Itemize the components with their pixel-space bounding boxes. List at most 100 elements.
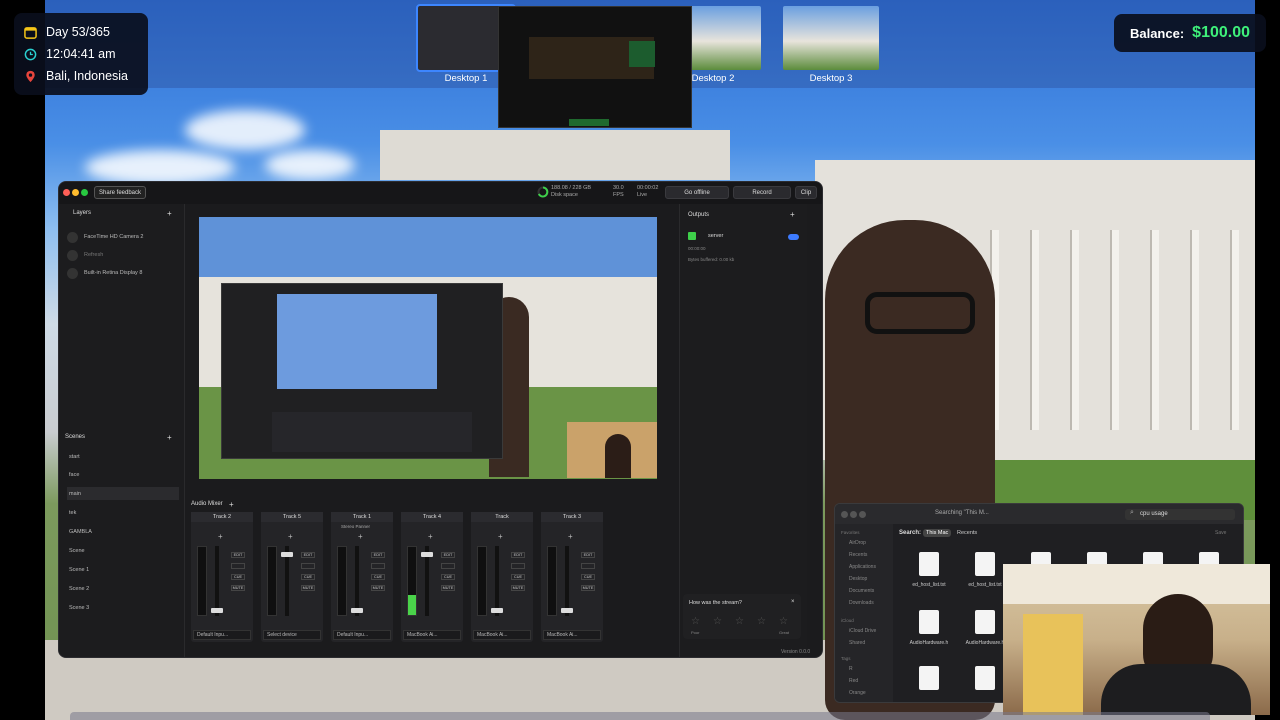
go-offline-button[interactable]: Go offline bbox=[665, 186, 729, 199]
mute-button[interactable]: MUTE bbox=[581, 585, 595, 591]
save-search-button[interactable]: Save bbox=[1215, 530, 1226, 536]
monitor-button[interactable] bbox=[511, 563, 525, 569]
scope-recents[interactable]: Recents bbox=[957, 530, 977, 536]
add-scene-icon[interactable]: + bbox=[167, 433, 172, 442]
monitor-button[interactable] bbox=[371, 563, 385, 569]
volume-fader-handle[interactable] bbox=[421, 552, 433, 557]
edit-track-button[interactable]: EDIT bbox=[371, 552, 385, 558]
monitor-button[interactable] bbox=[441, 563, 455, 569]
file-icon[interactable] bbox=[975, 666, 995, 690]
add-track-icon[interactable]: + bbox=[229, 500, 234, 509]
mute-button[interactable]: MUTE bbox=[231, 585, 245, 591]
file-icon[interactable] bbox=[919, 666, 939, 690]
mute-button[interactable]: MUTE bbox=[301, 585, 315, 591]
volume-fader[interactable] bbox=[495, 546, 499, 616]
input-device-select[interactable]: Default Inpu... bbox=[193, 630, 251, 640]
input-device-select[interactable]: MacBook Ai... bbox=[543, 630, 601, 640]
sidebar-item-shared[interactable]: Shared bbox=[849, 640, 865, 646]
scene-item-scene-3[interactable]: Scene 3 bbox=[67, 601, 179, 614]
desktop-3-thumbnail[interactable] bbox=[783, 6, 879, 70]
clip-button[interactable]: Clip bbox=[795, 186, 817, 199]
cue-button[interactable]: CUE bbox=[371, 574, 385, 580]
add-filter-icon[interactable]: + bbox=[218, 532, 223, 541]
scope-this-mac[interactable]: This Mac bbox=[923, 529, 952, 537]
add-filter-icon[interactable]: + bbox=[288, 532, 293, 541]
tag-r[interactable]: R bbox=[849, 666, 853, 672]
star-icon[interactable]: ☆ bbox=[735, 616, 746, 627]
finder-search-field[interactable]: ⌕ cpu usage bbox=[1125, 509, 1235, 520]
cue-button[interactable]: CUE bbox=[441, 574, 455, 580]
close-rating-icon[interactable]: × bbox=[791, 599, 795, 605]
volume-fader[interactable] bbox=[215, 546, 219, 616]
dock[interactable] bbox=[70, 712, 1210, 720]
volume-fader[interactable] bbox=[565, 546, 569, 616]
volume-fader[interactable] bbox=[355, 546, 359, 616]
tag-red[interactable]: Red bbox=[849, 678, 858, 684]
monitor-button[interactable] bbox=[231, 563, 245, 569]
scene-item-scene-1[interactable]: Scene 1 bbox=[67, 563, 179, 576]
finder-close-button[interactable] bbox=[841, 511, 848, 518]
monitor-button[interactable] bbox=[581, 563, 595, 569]
scene-item-face[interactable]: face bbox=[67, 468, 179, 481]
volume-fader-handle[interactable] bbox=[211, 608, 223, 613]
scene-item-tek[interactable]: tek bbox=[67, 506, 179, 519]
volume-fader-handle[interactable] bbox=[281, 552, 293, 557]
volume-fader-handle[interactable] bbox=[491, 608, 503, 613]
layer-item[interactable]: FaceTime HD Camera 2 bbox=[67, 230, 177, 244]
sidebar-item-airdrop[interactable]: AirDrop bbox=[849, 540, 866, 546]
sidebar-item-documents[interactable]: Documents bbox=[849, 588, 874, 594]
cue-button[interactable]: CUE bbox=[511, 574, 525, 580]
mute-button[interactable]: MUTE bbox=[371, 585, 385, 591]
edit-track-button[interactable]: EDIT bbox=[581, 552, 595, 558]
edit-track-button[interactable]: EDIT bbox=[511, 552, 525, 558]
add-filter-icon[interactable]: + bbox=[358, 532, 363, 541]
input-device-select[interactable]: MacBook Ai... bbox=[403, 630, 461, 640]
scene-preview-canvas[interactable] bbox=[199, 217, 657, 479]
sidebar-item-icloud-drive[interactable]: iCloud Drive bbox=[849, 628, 876, 634]
header-file-icon[interactable] bbox=[975, 610, 995, 634]
add-output-icon[interactable]: + bbox=[790, 210, 795, 219]
scene-item-gambla[interactable]: GAMBLA bbox=[67, 525, 179, 538]
layer-item[interactable]: Built-in Retina Display 8 bbox=[67, 266, 177, 280]
text-file-icon[interactable] bbox=[919, 552, 939, 576]
sidebar-item-applications[interactable]: Applications bbox=[849, 564, 876, 570]
sidebar-item-desktop[interactable]: Desktop bbox=[849, 576, 867, 582]
edit-track-button[interactable]: EDIT bbox=[231, 552, 245, 558]
monitor-button[interactable] bbox=[301, 563, 315, 569]
record-button[interactable]: Record bbox=[733, 186, 791, 199]
star-icon[interactable]: ☆ bbox=[713, 616, 724, 627]
finder-zoom-button[interactable] bbox=[859, 511, 866, 518]
scene-item-scene-2[interactable]: Scene 2 bbox=[67, 582, 179, 595]
layer-item[interactable]: Refresh bbox=[67, 248, 177, 262]
star-icon[interactable]: ☆ bbox=[779, 616, 790, 627]
add-filter-icon[interactable]: + bbox=[498, 532, 503, 541]
cue-button[interactable]: CUE bbox=[231, 574, 245, 580]
cue-button[interactable]: CUE bbox=[581, 574, 595, 580]
header-file-icon[interactable] bbox=[919, 610, 939, 634]
floating-window-preview[interactable] bbox=[498, 6, 692, 128]
minimize-window-button[interactable] bbox=[72, 189, 79, 196]
add-layer-icon[interactable]: + bbox=[167, 209, 172, 218]
zoom-window-button[interactable] bbox=[81, 189, 88, 196]
finder-minimize-button[interactable] bbox=[850, 511, 857, 518]
edit-track-button[interactable]: EDIT bbox=[301, 552, 315, 558]
mute-button[interactable]: MUTE bbox=[511, 585, 525, 591]
sidebar-item-recents[interactable]: Recents bbox=[849, 552, 867, 558]
text-file-icon[interactable] bbox=[975, 552, 995, 576]
add-filter-icon[interactable]: + bbox=[568, 532, 573, 541]
output-toggle[interactable] bbox=[788, 234, 799, 240]
share-feedback-button[interactable]: Share feedback bbox=[94, 186, 146, 199]
mute-button[interactable]: MUTE bbox=[441, 585, 455, 591]
edit-track-button[interactable]: EDIT bbox=[441, 552, 455, 558]
sidebar-item-downloads[interactable]: Downloads bbox=[849, 600, 874, 606]
tag-orange[interactable]: Orange bbox=[849, 690, 866, 696]
volume-fader-handle[interactable] bbox=[561, 608, 573, 613]
scene-item-start[interactable]: start bbox=[67, 450, 179, 463]
input-device-select[interactable]: Default Inpu... bbox=[333, 630, 391, 640]
input-device-select[interactable]: MacBook Ai... bbox=[473, 630, 531, 640]
close-window-button[interactable] bbox=[63, 189, 70, 196]
star-icon[interactable]: ☆ bbox=[691, 616, 702, 627]
scene-item-scene[interactable]: Scene bbox=[67, 544, 179, 557]
cue-button[interactable]: CUE bbox=[301, 574, 315, 580]
star-icon[interactable]: ☆ bbox=[757, 616, 768, 627]
